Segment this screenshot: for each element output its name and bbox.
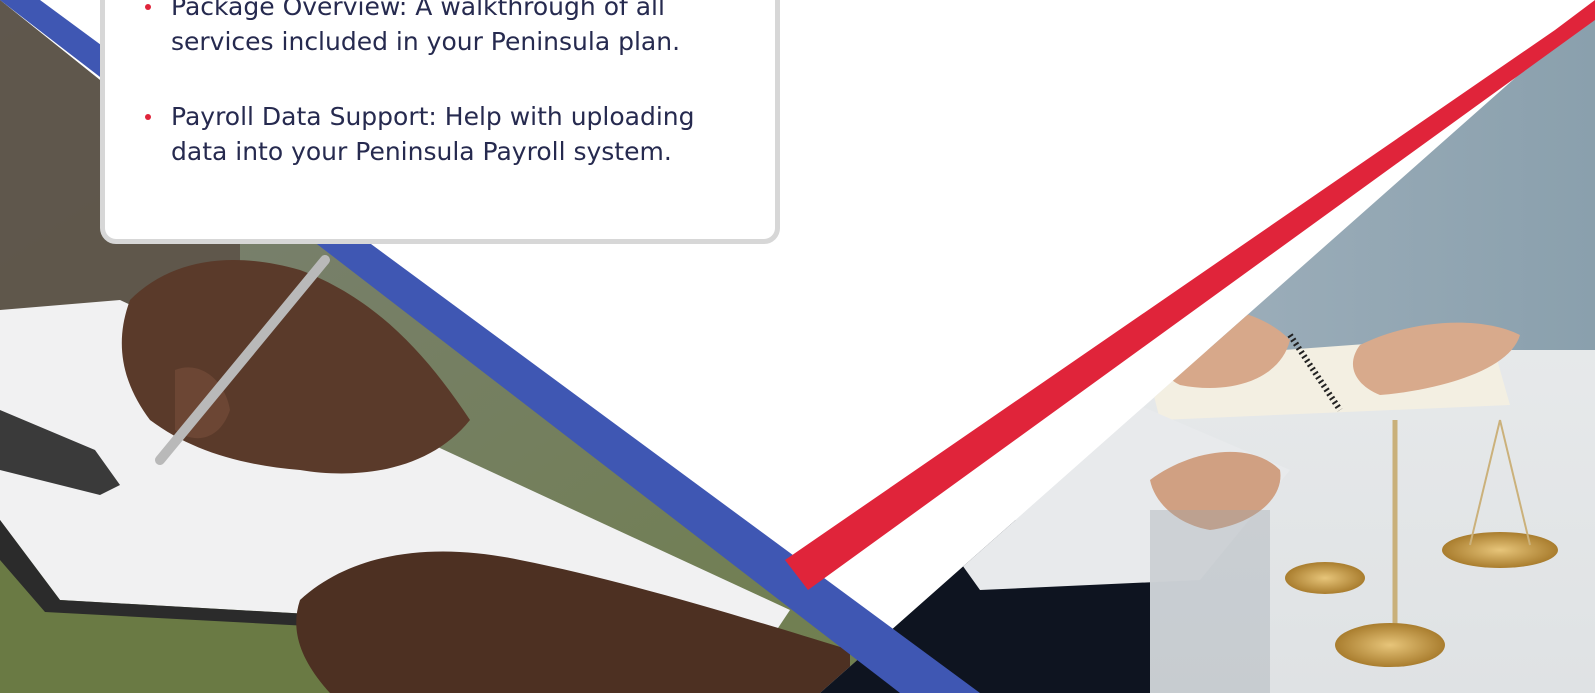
bullet-dot-icon	[145, 114, 151, 120]
list-item-text: Payroll Data Support: Help with uploadin…	[171, 102, 695, 166]
services-list: Package Overview: A walkthrough of all s…	[143, 0, 733, 209]
services-card: Package Overview: A walkthrough of all s…	[100, 0, 780, 244]
list-item: Payroll Data Support: Help with uploadin…	[143, 99, 733, 169]
list-item: Package Overview: A walkthrough of all s…	[143, 0, 733, 59]
bullet-dot-icon	[145, 4, 151, 10]
list-item-text: Package Overview: A walkthrough of all s…	[171, 0, 681, 56]
